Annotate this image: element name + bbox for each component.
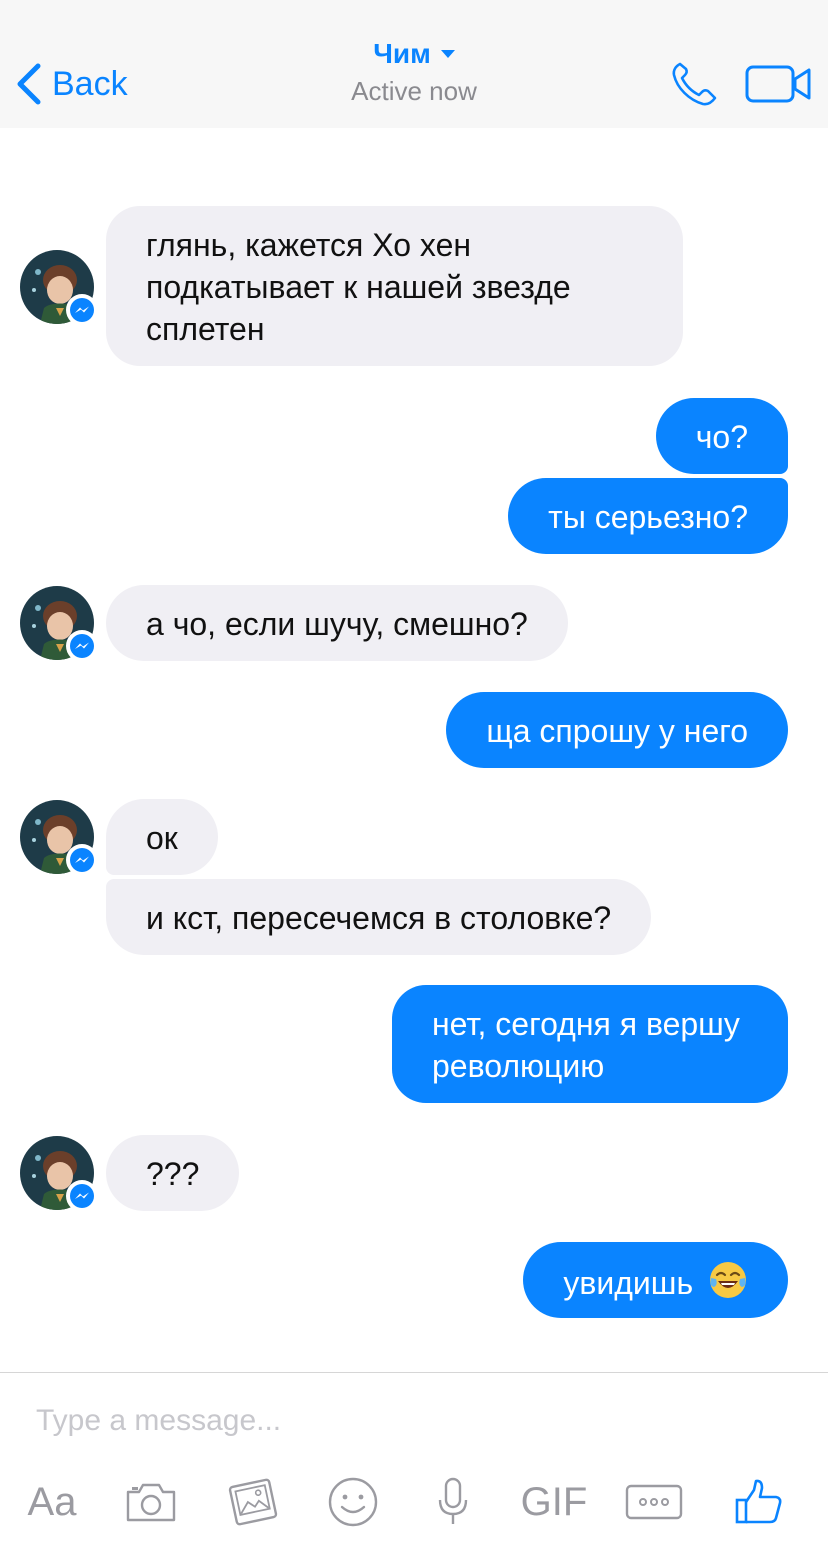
messenger-badge-icon — [66, 630, 98, 662]
video-camera-icon[interactable] — [745, 64, 813, 104]
messenger-badge-icon — [66, 844, 98, 876]
message-bubble-outgoing[interactable]: увидишь — [523, 1242, 788, 1318]
message-bubble-outgoing[interactable]: ты серьезно? — [508, 478, 788, 554]
contact-name-text: Чим — [373, 38, 431, 69]
chat-header: Back Чим Active now — [0, 0, 828, 128]
message-text: нет, сегодня я вершу революцию — [432, 1006, 740, 1084]
message-text: ок — [146, 820, 178, 856]
contact-avatar[interactable] — [20, 586, 98, 662]
message-text: и кст, пересечемся в столовке? — [146, 900, 612, 936]
phone-icon[interactable] — [670, 60, 720, 108]
camera-icon — [126, 1483, 176, 1522]
message-bubble-incoming[interactable]: ??? — [106, 1135, 240, 1211]
like-button[interactable] — [732, 1473, 786, 1531]
message-bubble-incoming[interactable]: глянь, кажется Хо хен подкатывает к наше… — [106, 206, 683, 366]
camera-button[interactable] — [122, 1473, 180, 1531]
message-bubble-incoming[interactable]: ок — [106, 799, 218, 875]
message-input[interactable] — [36, 1399, 776, 1443]
contact-name[interactable]: Чим — [373, 38, 455, 70]
photo-gallery-button[interactable] — [226, 1473, 280, 1531]
message-text: ты серьезно? — [548, 499, 748, 535]
message-bubble-outgoing[interactable]: чо? — [655, 398, 788, 474]
gif-label: GIF — [520, 1479, 588, 1524]
smiley-icon — [328, 1477, 378, 1527]
messenger-badge-icon — [66, 294, 98, 326]
message-composer: Aa GIF — [0, 1372, 828, 1550]
text-format-label: Aa — [27, 1479, 77, 1524]
message-text: ща спрошу у него — [486, 713, 748, 749]
contact-avatar[interactable] — [20, 1136, 98, 1212]
microphone-icon — [438, 1477, 468, 1524]
messenger-badge-icon — [66, 1180, 98, 1212]
contact-avatar[interactable] — [20, 800, 98, 876]
photo-icon — [228, 1478, 278, 1526]
tears-of-joy-emoji-icon — [710, 1262, 746, 1298]
thumbs-up-icon — [735, 1479, 782, 1524]
message-bubble-outgoing[interactable]: нет, сегодня я вершу революцию — [392, 985, 788, 1103]
text-format-button[interactable]: Aa — [22, 1473, 82, 1531]
emoji-button[interactable] — [326, 1473, 380, 1531]
message-text: чо? — [695, 419, 748, 455]
message-text: а чо, если шучу, смешно? — [146, 606, 528, 642]
gif-button[interactable]: GIF — [518, 1473, 590, 1531]
more-options-button[interactable] — [624, 1473, 684, 1531]
message-text: увидишь — [563, 1265, 694, 1301]
message-bubble-outgoing[interactable]: ща спрошу у него — [446, 692, 788, 768]
message-text: глянь, кажется Хо хен подкатывает к наше… — [146, 227, 571, 347]
contact-avatar[interactable] — [20, 250, 98, 326]
message-text: ??? — [146, 1156, 200, 1192]
voice-record-button[interactable] — [436, 1473, 470, 1531]
more-icon — [625, 1484, 683, 1520]
caret-down-icon — [440, 50, 455, 58]
message-bubble-incoming[interactable]: а чо, если шучу, смешно? — [106, 585, 568, 661]
message-bubble-incoming[interactable]: и кст, пересечемся в столовке? — [106, 879, 652, 955]
